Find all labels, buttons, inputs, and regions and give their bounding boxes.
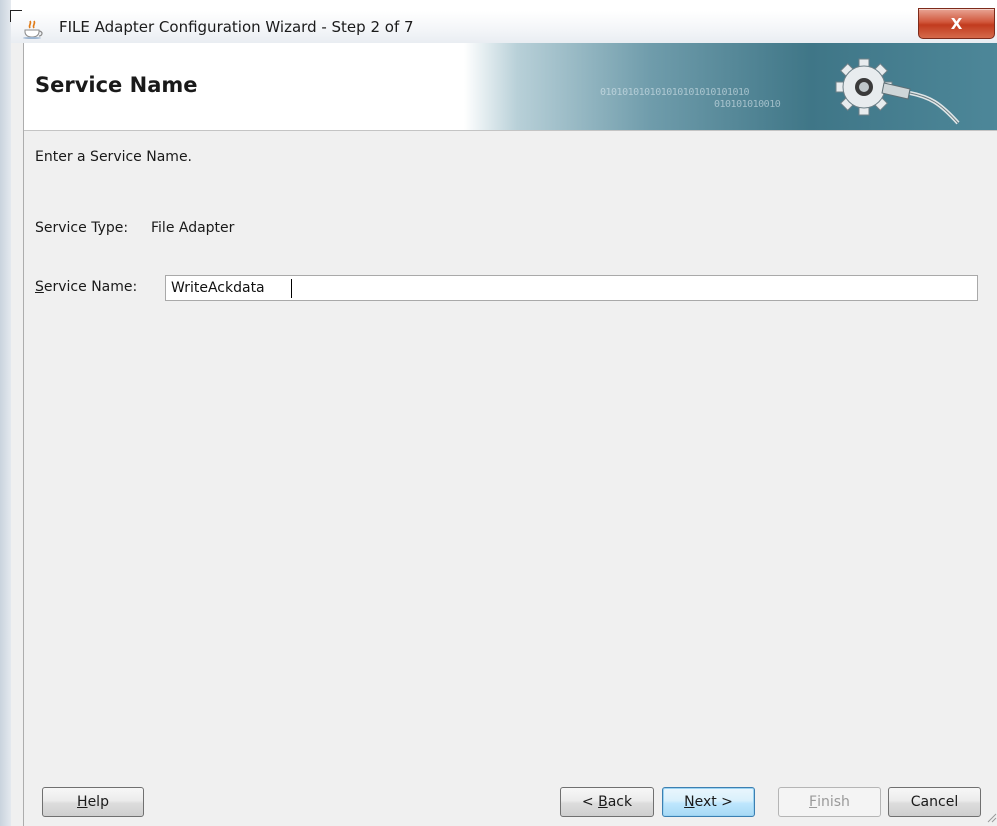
next-mnemonic: N (684, 794, 695, 810)
help-button[interactable]: Help (42, 787, 144, 817)
back-mnemonic: B (598, 794, 608, 810)
cancel-label: Cancel (910, 794, 959, 810)
finish-button[interactable]: Finish (778, 787, 881, 817)
back-prefix: < (581, 794, 599, 810)
wizard-content: Service Name 010101010101010101010101010… (23, 43, 997, 826)
resize-grip-icon[interactable] (985, 811, 997, 823)
next-label: ext > (694, 794, 733, 810)
java-cup-icon (23, 20, 43, 39)
service-name-input[interactable] (165, 275, 978, 301)
service-type-value: File Adapter (151, 220, 235, 236)
page-title: Service Name (35, 73, 198, 97)
banner-binary-text-2: 010101010010 (714, 99, 781, 110)
page-header: Service Name 010101010101010101010101010… (24, 43, 997, 131)
service-name-label-text: ervice Name: (43, 279, 138, 295)
close-button[interactable]: X (918, 8, 995, 39)
title-bar[interactable]: FILE Adapter Configuration Wizard - Step… (11, 8, 997, 43)
cancel-button[interactable]: Cancel (888, 787, 981, 817)
instruction-text: Enter a Service Name. (35, 149, 193, 165)
service-type-label: Service Type: (35, 220, 129, 236)
finish-mnemonic: F (809, 794, 818, 810)
window-title: FILE Adapter Configuration Wizard - Step… (59, 18, 414, 36)
back-button[interactable]: < Back (560, 787, 654, 817)
service-name-label: Service Name: (35, 279, 137, 295)
help-mnemonic: H (77, 794, 88, 810)
close-icon: X (950, 14, 963, 33)
header-banner: 010101010101010101010101010 010101010010 (464, 43, 997, 130)
background-strip (0, 0, 11, 826)
service-name-mnemonic: S (35, 279, 44, 295)
next-button[interactable]: Next > (662, 787, 755, 817)
finish-label: inish (817, 794, 850, 810)
text-caret (291, 279, 292, 298)
back-label: ack (607, 794, 633, 810)
banner-binary-text: 010101010101010101010101010 (600, 87, 750, 98)
help-label: elp (87, 794, 109, 810)
wizard-window: FILE Adapter Configuration Wizard - Step… (11, 8, 997, 826)
gear-plug-icon (835, 58, 960, 125)
